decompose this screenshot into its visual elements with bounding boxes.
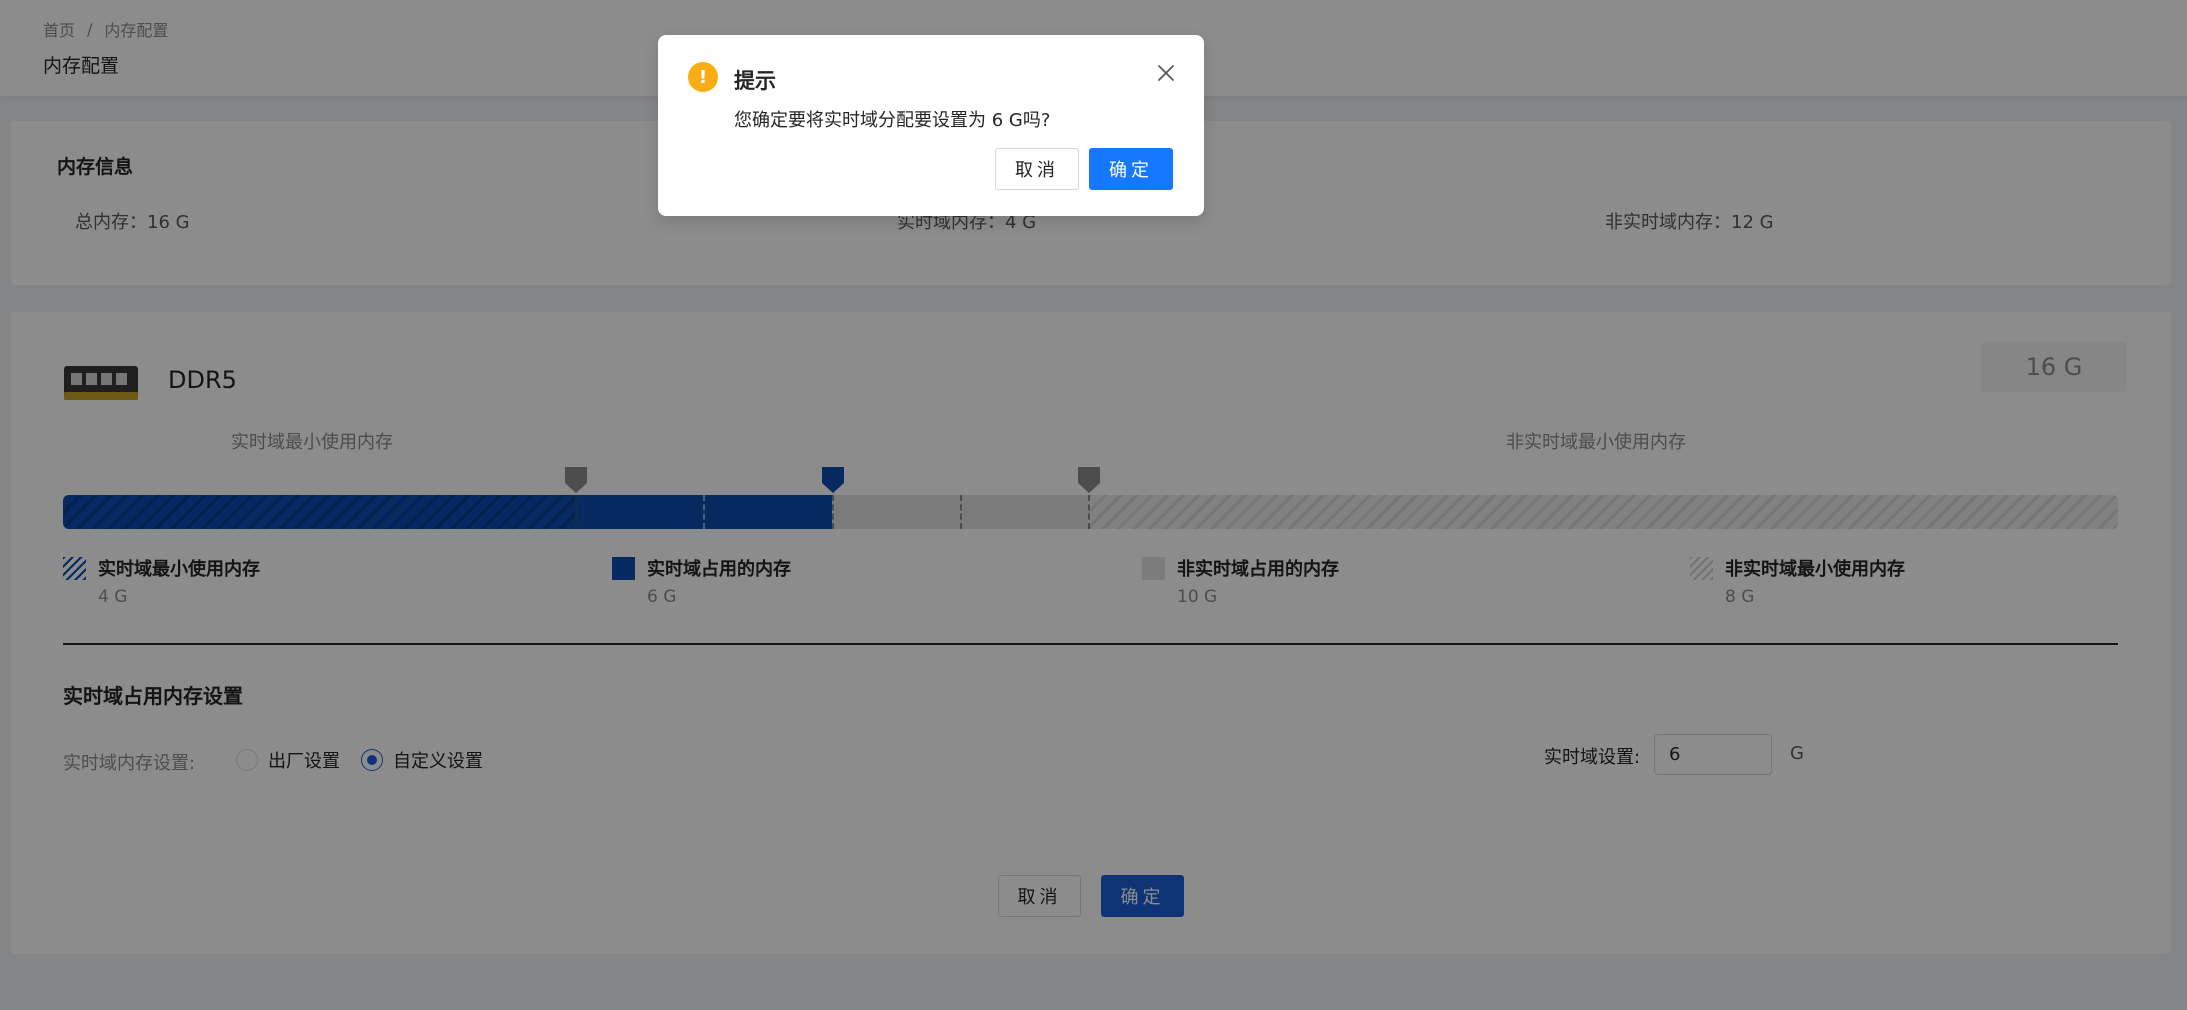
dialog-message: 您确定要将实时域分配要设置为 6 G吗? — [734, 110, 1051, 131]
confirm-dialog: ! 提示 您确定要将实时域分配要设置为 6 G吗? 取消 确定 — [658, 35, 1204, 216]
close-icon[interactable] — [1154, 61, 1178, 85]
dialog-confirm-button[interactable]: 确定 — [1089, 148, 1173, 190]
dialog-cancel-button[interactable]: 取消 — [995, 148, 1079, 190]
dialog-title: 提示 — [734, 69, 776, 93]
warning-icon: ! — [688, 62, 718, 92]
